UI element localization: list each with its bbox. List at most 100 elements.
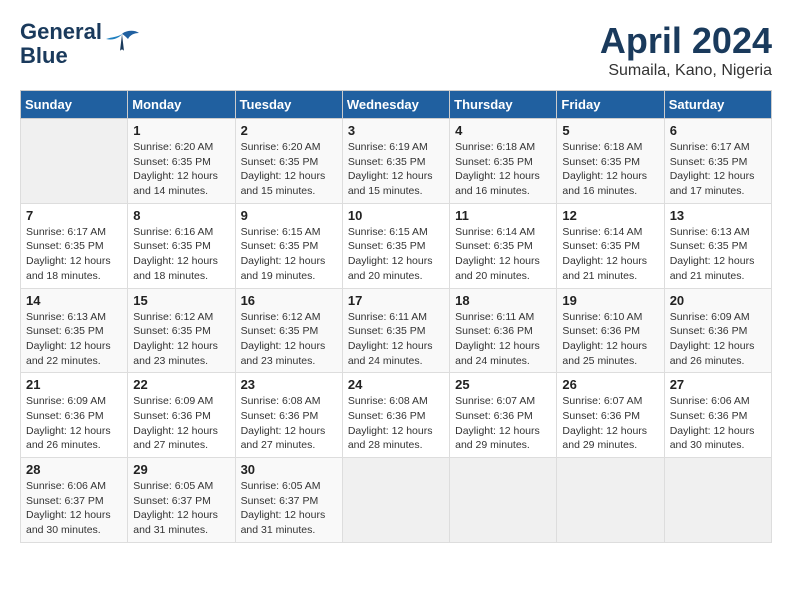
day-number: 8 [133, 208, 229, 223]
day-number: 21 [26, 377, 122, 392]
day-info: Sunrise: 6:14 AMSunset: 6:35 PMDaylight:… [455, 225, 551, 284]
day-info: Sunrise: 6:07 AMSunset: 6:36 PMDaylight:… [455, 394, 551, 453]
day-info: Sunrise: 6:20 AMSunset: 6:35 PMDaylight:… [241, 140, 337, 199]
calendar-week-4: 21 Sunrise: 6:09 AMSunset: 6:36 PMDayligh… [21, 373, 772, 458]
day-number: 22 [133, 377, 229, 392]
day-info: Sunrise: 6:15 AMSunset: 6:35 PMDaylight:… [241, 225, 337, 284]
calendar-cell: 2 Sunrise: 6:20 AMSunset: 6:35 PMDaylight… [235, 119, 342, 204]
month-title: April 2024 [600, 20, 772, 62]
day-info: Sunrise: 6:16 AMSunset: 6:35 PMDaylight:… [133, 225, 229, 284]
calendar-cell: 28 Sunrise: 6:06 AMSunset: 6:37 PMDayligh… [21, 458, 128, 543]
day-number: 11 [455, 208, 551, 223]
calendar-body: 1 Sunrise: 6:20 AMSunset: 6:35 PMDaylight… [21, 119, 772, 543]
calendar-cell: 11 Sunrise: 6:14 AMSunset: 6:35 PMDayligh… [450, 203, 557, 288]
day-info: Sunrise: 6:09 AMSunset: 6:36 PMDaylight:… [133, 394, 229, 453]
day-info: Sunrise: 6:19 AMSunset: 6:35 PMDaylight:… [348, 140, 444, 199]
calendar-week-3: 14 Sunrise: 6:13 AMSunset: 6:35 PMDayligh… [21, 288, 772, 373]
day-info: Sunrise: 6:09 AMSunset: 6:36 PMDaylight:… [26, 394, 122, 453]
calendar-cell: 8 Sunrise: 6:16 AMSunset: 6:35 PMDaylight… [128, 203, 235, 288]
day-info: Sunrise: 6:06 AMSunset: 6:37 PMDaylight:… [26, 479, 122, 538]
logo-icon [104, 29, 140, 59]
day-info: Sunrise: 6:14 AMSunset: 6:35 PMDaylight:… [562, 225, 658, 284]
calendar-cell: 20 Sunrise: 6:09 AMSunset: 6:36 PMDayligh… [664, 288, 771, 373]
day-info: Sunrise: 6:17 AMSunset: 6:35 PMDaylight:… [670, 140, 766, 199]
day-number: 14 [26, 293, 122, 308]
day-info: Sunrise: 6:08 AMSunset: 6:36 PMDaylight:… [241, 394, 337, 453]
calendar-cell: 4 Sunrise: 6:18 AMSunset: 6:35 PMDaylight… [450, 119, 557, 204]
calendar-cell: 25 Sunrise: 6:07 AMSunset: 6:36 PMDayligh… [450, 373, 557, 458]
calendar-cell: 29Sunrise: 6:05 AMSunset: 6:37 PMDayligh… [128, 458, 235, 543]
day-info: Sunrise: 6:05 AMSunset: 6:37 PMDaylight:… [133, 479, 229, 538]
day-number: 23 [241, 377, 337, 392]
day-info: Sunrise: 6:07 AMSunset: 6:36 PMDaylight:… [562, 394, 658, 453]
calendar-cell: 12 Sunrise: 6:14 AMSunset: 6:35 PMDayligh… [557, 203, 664, 288]
calendar-cell: 26 Sunrise: 6:07 AMSunset: 6:36 PMDayligh… [557, 373, 664, 458]
day-number: 12 [562, 208, 658, 223]
day-info: Sunrise: 6:17 AMSunset: 6:35 PMDaylight:… [26, 225, 122, 284]
day-number: 1 [133, 123, 229, 138]
day-info: Sunrise: 6:12 AMSunset: 6:35 PMDaylight:… [241, 310, 337, 369]
calendar-cell: 22 Sunrise: 6:09 AMSunset: 6:36 PMDayligh… [128, 373, 235, 458]
calendar-table: SundayMondayTuesdayWednesdayThursdayFrid… [20, 90, 772, 543]
calendar-cell [557, 458, 664, 543]
day-number: 28 [26, 462, 122, 477]
calendar-cell: 21 Sunrise: 6:09 AMSunset: 6:36 PMDayligh… [21, 373, 128, 458]
day-number: 16 [241, 293, 337, 308]
weekday-header-wednesday: Wednesday [342, 91, 449, 119]
day-info: Sunrise: 6:06 AMSunset: 6:36 PMDaylight:… [670, 394, 766, 453]
calendar-cell: 30 Sunrise: 6:05 AMSunset: 6:37 PMDayligh… [235, 458, 342, 543]
calendar-cell: 1Sunrise: 6:20 AMSunset: 6:35 PMDaylight… [128, 119, 235, 204]
title-block: April 2024 Sumaila, Kano, Nigeria [600, 20, 772, 80]
day-number: 2 [241, 123, 337, 138]
day-info: Sunrise: 6:05 AMSunset: 6:37 PMDaylight:… [241, 479, 337, 538]
day-number: 15 [133, 293, 229, 308]
day-number: 5 [562, 123, 658, 138]
weekday-header-saturday: Saturday [664, 91, 771, 119]
day-info: Sunrise: 6:18 AMSunset: 6:35 PMDaylight:… [562, 140, 658, 199]
page-header: GeneralBlue April 2024 Sumaila, Kano, Ni… [20, 20, 772, 80]
day-number: 18 [455, 293, 551, 308]
calendar-cell: 13Sunrise: 6:13 AMSunset: 6:35 PMDayligh… [664, 203, 771, 288]
calendar-cell [342, 458, 449, 543]
day-info: Sunrise: 6:11 AMSunset: 6:36 PMDaylight:… [455, 310, 551, 369]
day-number: 25 [455, 377, 551, 392]
day-number: 10 [348, 208, 444, 223]
calendar-cell: 10 Sunrise: 6:15 AMSunset: 6:35 PMDayligh… [342, 203, 449, 288]
calendar-cell: 18 Sunrise: 6:11 AMSunset: 6:36 PMDayligh… [450, 288, 557, 373]
calendar-cell: 27 Sunrise: 6:06 AMSunset: 6:36 PMDayligh… [664, 373, 771, 458]
calendar-cell: 23 Sunrise: 6:08 AMSunset: 6:36 PMDayligh… [235, 373, 342, 458]
calendar-cell: 3Sunrise: 6:19 AMSunset: 6:35 PMDaylight… [342, 119, 449, 204]
day-number: 6 [670, 123, 766, 138]
day-info: Sunrise: 6:12 AMSunset: 6:35 PMDaylight:… [133, 310, 229, 369]
weekday-header-tuesday: Tuesday [235, 91, 342, 119]
calendar-header: SundayMondayTuesdayWednesdayThursdayFrid… [21, 91, 772, 119]
calendar-cell [21, 119, 128, 204]
calendar-cell [664, 458, 771, 543]
day-info: Sunrise: 6:10 AMSunset: 6:36 PMDaylight:… [562, 310, 658, 369]
calendar-cell: 19Sunrise: 6:10 AMSunset: 6:36 PMDayligh… [557, 288, 664, 373]
day-number: 17 [348, 293, 444, 308]
day-number: 4 [455, 123, 551, 138]
day-info: Sunrise: 6:08 AMSunset: 6:36 PMDaylight:… [348, 394, 444, 453]
calendar-week-1: 1 Sunrise: 6:20 AMSunset: 6:35 PMDaylight… [21, 119, 772, 204]
calendar-cell: 6 Sunrise: 6:17 AMSunset: 6:35 PMDaylight… [664, 119, 771, 204]
weekday-header-row: SundayMondayTuesdayWednesdayThursdayFrid… [21, 91, 772, 119]
day-number: 9 [241, 208, 337, 223]
calendar-cell: 5 Sunrise: 6:18 AMSunset: 6:35 PMDaylight… [557, 119, 664, 204]
day-info: Sunrise: 6:09 AMSunset: 6:36 PMDaylight:… [670, 310, 766, 369]
day-number: 20 [670, 293, 766, 308]
calendar-cell [450, 458, 557, 543]
calendar-week-5: 28 Sunrise: 6:06 AMSunset: 6:37 PMDayligh… [21, 458, 772, 543]
day-info: Sunrise: 6:18 AMSunset: 6:35 PMDaylight:… [455, 140, 551, 199]
day-info: Sunrise: 6:15 AMSunset: 6:35 PMDaylight:… [348, 225, 444, 284]
day-info: Sunrise: 6:11 AMSunset: 6:35 PMDaylight:… [348, 310, 444, 369]
day-number: 27 [670, 377, 766, 392]
weekday-header-monday: Monday [128, 91, 235, 119]
weekday-header-thursday: Thursday [450, 91, 557, 119]
calendar-cell: 16 Sunrise: 6:12 AMSunset: 6:35 PMDayligh… [235, 288, 342, 373]
day-number: 30 [241, 462, 337, 477]
location-title: Sumaila, Kano, Nigeria [600, 62, 772, 80]
day-number: 26 [562, 377, 658, 392]
day-info: Sunrise: 6:13 AMSunset: 6:35 PMDaylight:… [26, 310, 122, 369]
calendar-cell: 7Sunrise: 6:17 AMSunset: 6:35 PMDaylight… [21, 203, 128, 288]
